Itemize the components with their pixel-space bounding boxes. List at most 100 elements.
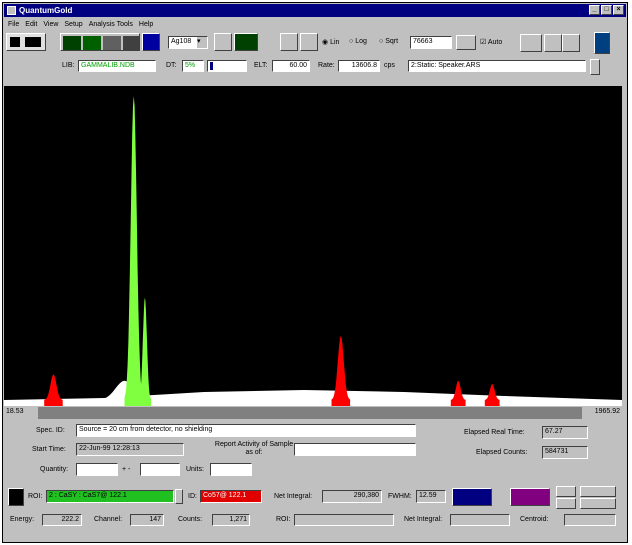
channel-label: Channel:: [94, 516, 123, 523]
spec-id-label: Spec. ID:: [36, 427, 65, 434]
first-last-icon[interactable]: [580, 486, 616, 497]
bottom-roi-label: ROI:: [276, 516, 291, 523]
units-label: Units:: [186, 466, 204, 473]
prev-roi-icon[interactable]: [556, 486, 576, 497]
bottom-net-integral-label: Net Integral:: [404, 516, 443, 523]
elapsed-counts-label: Elapsed Counts:: [476, 449, 528, 456]
energy-label: Energy:: [10, 516, 35, 523]
lib-field: GAMMALIB.NDB: [78, 60, 156, 72]
scale-spin-icon[interactable]: [456, 35, 476, 50]
static-spin-icon[interactable]: [590, 59, 600, 75]
window-title: QuantumGold: [19, 6, 73, 15]
vertical-scale-field[interactable]: 76663: [410, 36, 452, 49]
green-spectrum-icon[interactable]: [63, 36, 81, 50]
spec-id-field[interactable]: Source = 20 cm from detector, no shieldi…: [76, 424, 416, 437]
menu-edit[interactable]: Edit: [25, 21, 37, 28]
roi-label: ROI:: [28, 493, 43, 500]
compare-spectrum-icon[interactable]: [234, 33, 258, 51]
previous-marker-icon[interactable]: [544, 34, 562, 52]
title-bar: QuantumGold _ □ ×: [4, 4, 626, 17]
menu-bar: File Edit View Setup Analysis Tools Help: [4, 18, 626, 30]
eraser-icon[interactable]: [280, 33, 298, 51]
rate-unit: cps: [384, 62, 395, 69]
scale-lin-radio[interactable]: ◉ Lin: [322, 38, 339, 46]
app-icon: [7, 6, 16, 15]
roi-spectrum-icon[interactable]: [8, 488, 24, 506]
elapsed-real-label: Elapsed Real Time:: [464, 429, 525, 436]
energy-scale-bar: 18.53 1965.92: [4, 407, 622, 419]
red-roi-peak-2: [450, 380, 466, 406]
id-label: ID:: [188, 493, 197, 500]
elt-field: 60.00: [272, 60, 310, 72]
net-integral-label: Net Integral:: [274, 493, 313, 500]
red-roi-peak-0: [44, 374, 63, 406]
elt-label: ELT:: [254, 62, 268, 69]
menu-analysis-tools[interactable]: Analysis Tools: [89, 21, 133, 28]
counts-label: Counts:: [178, 516, 203, 523]
red-roi-peak-1: [331, 336, 351, 406]
centroid-field: [564, 514, 616, 526]
quantity-label: Quantity:: [40, 466, 69, 473]
scale-max: 1965.92: [582, 407, 622, 419]
dt-label: DT:: [166, 62, 177, 69]
lib-label: LIB:: [62, 62, 75, 69]
maximize-button[interactable]: □: [601, 5, 612, 15]
close-button[interactable]: ×: [613, 5, 624, 15]
report-field[interactable]: [294, 443, 416, 456]
region-icon[interactable]: [83, 36, 101, 50]
roi-view-icons[interactable]: [452, 488, 492, 506]
start-time-label: Start Time:: [32, 446, 66, 453]
channel-field: 147: [130, 514, 164, 526]
spectrum-svg[interactable]: [4, 86, 622, 406]
scale-log-radio[interactable]: ○ Log: [349, 38, 367, 45]
pencil-icon[interactable]: [300, 33, 318, 51]
expand-icon[interactable]: [520, 34, 542, 52]
step-icon[interactable]: [580, 498, 616, 509]
bottom-roi-field: [294, 514, 394, 526]
acquisition-bar: LIB: GAMMALIB.NDB DT: 5% ELT: 60.00 Rate…: [4, 58, 622, 78]
library-icon[interactable]: [142, 33, 160, 51]
spectrum-plot[interactable]: [4, 86, 622, 406]
fwhm-field: 12.59: [416, 490, 446, 503]
document-icon[interactable]: [214, 33, 232, 51]
energy-field: 222.2: [42, 514, 82, 526]
roi-bar: ROI: 2 : CaSY : CaS7@ 122.1 ID: Co57@ 12…: [4, 484, 622, 512]
minimize-button[interactable]: _: [589, 5, 600, 15]
net-integral-field: 290,380: [322, 490, 382, 503]
plus-minus-label: + -: [122, 466, 131, 473]
grid-icon[interactable]: [103, 36, 121, 50]
detector-select[interactable]: Ag108 ▾: [168, 36, 208, 49]
dt-field: 5%: [182, 60, 204, 72]
bottom-net-integral-field: [450, 514, 510, 526]
status-bar: Energy: 222.2 Channel: 147 Counts: 1,271…: [4, 513, 622, 527]
zoom-icon[interactable]: [123, 36, 139, 50]
roi-field[interactable]: 2 : CaSY : CaS7@ 122.1: [46, 490, 174, 503]
roi-spin-icon[interactable]: [175, 489, 183, 504]
view-buttons-group[interactable]: [60, 33, 140, 51]
menu-view[interactable]: View: [43, 21, 58, 28]
rate-label: Rate:: [318, 62, 335, 69]
units-field[interactable]: [210, 463, 252, 476]
exit-icon[interactable]: [594, 32, 610, 54]
auto-checkbox[interactable]: ☑ Auto: [480, 38, 502, 46]
counts-field: 1,271: [212, 514, 250, 526]
quantity-error-field[interactable]: [140, 463, 180, 476]
chevron-down-icon[interactable]: ▾: [197, 37, 207, 48]
roi-tools-icons[interactable]: [510, 488, 550, 506]
sample-panel: Spec. ID: Source = 20 cm from detector, …: [4, 421, 622, 484]
centroid-label: Centroid:: [520, 516, 549, 523]
menu-file[interactable]: File: [8, 21, 19, 28]
rate-field: 13606.8: [338, 60, 380, 72]
next-roi-icon[interactable]: [556, 498, 576, 509]
menu-setup[interactable]: Setup: [64, 21, 82, 28]
scale-sqrt-radio[interactable]: ○ Sqrt: [379, 38, 398, 45]
report-label: Report Activity of Sample as of:: [214, 441, 294, 456]
menu-help[interactable]: Help: [139, 21, 153, 28]
next-marker-icon[interactable]: [562, 34, 580, 52]
fwhm-label: FWHM:: [388, 493, 412, 500]
id-field: Co57@ 122.1: [200, 490, 262, 503]
toolbar: Ag108 ▾ ◉ Lin ○ Log ○ Sqrt 76663 ☑ Auto: [4, 30, 622, 58]
quantity-field[interactable]: [76, 463, 118, 476]
static-field: 2:Static: Speaker.ARS: [408, 60, 586, 72]
acquire-group-icon[interactable]: [6, 33, 46, 51]
